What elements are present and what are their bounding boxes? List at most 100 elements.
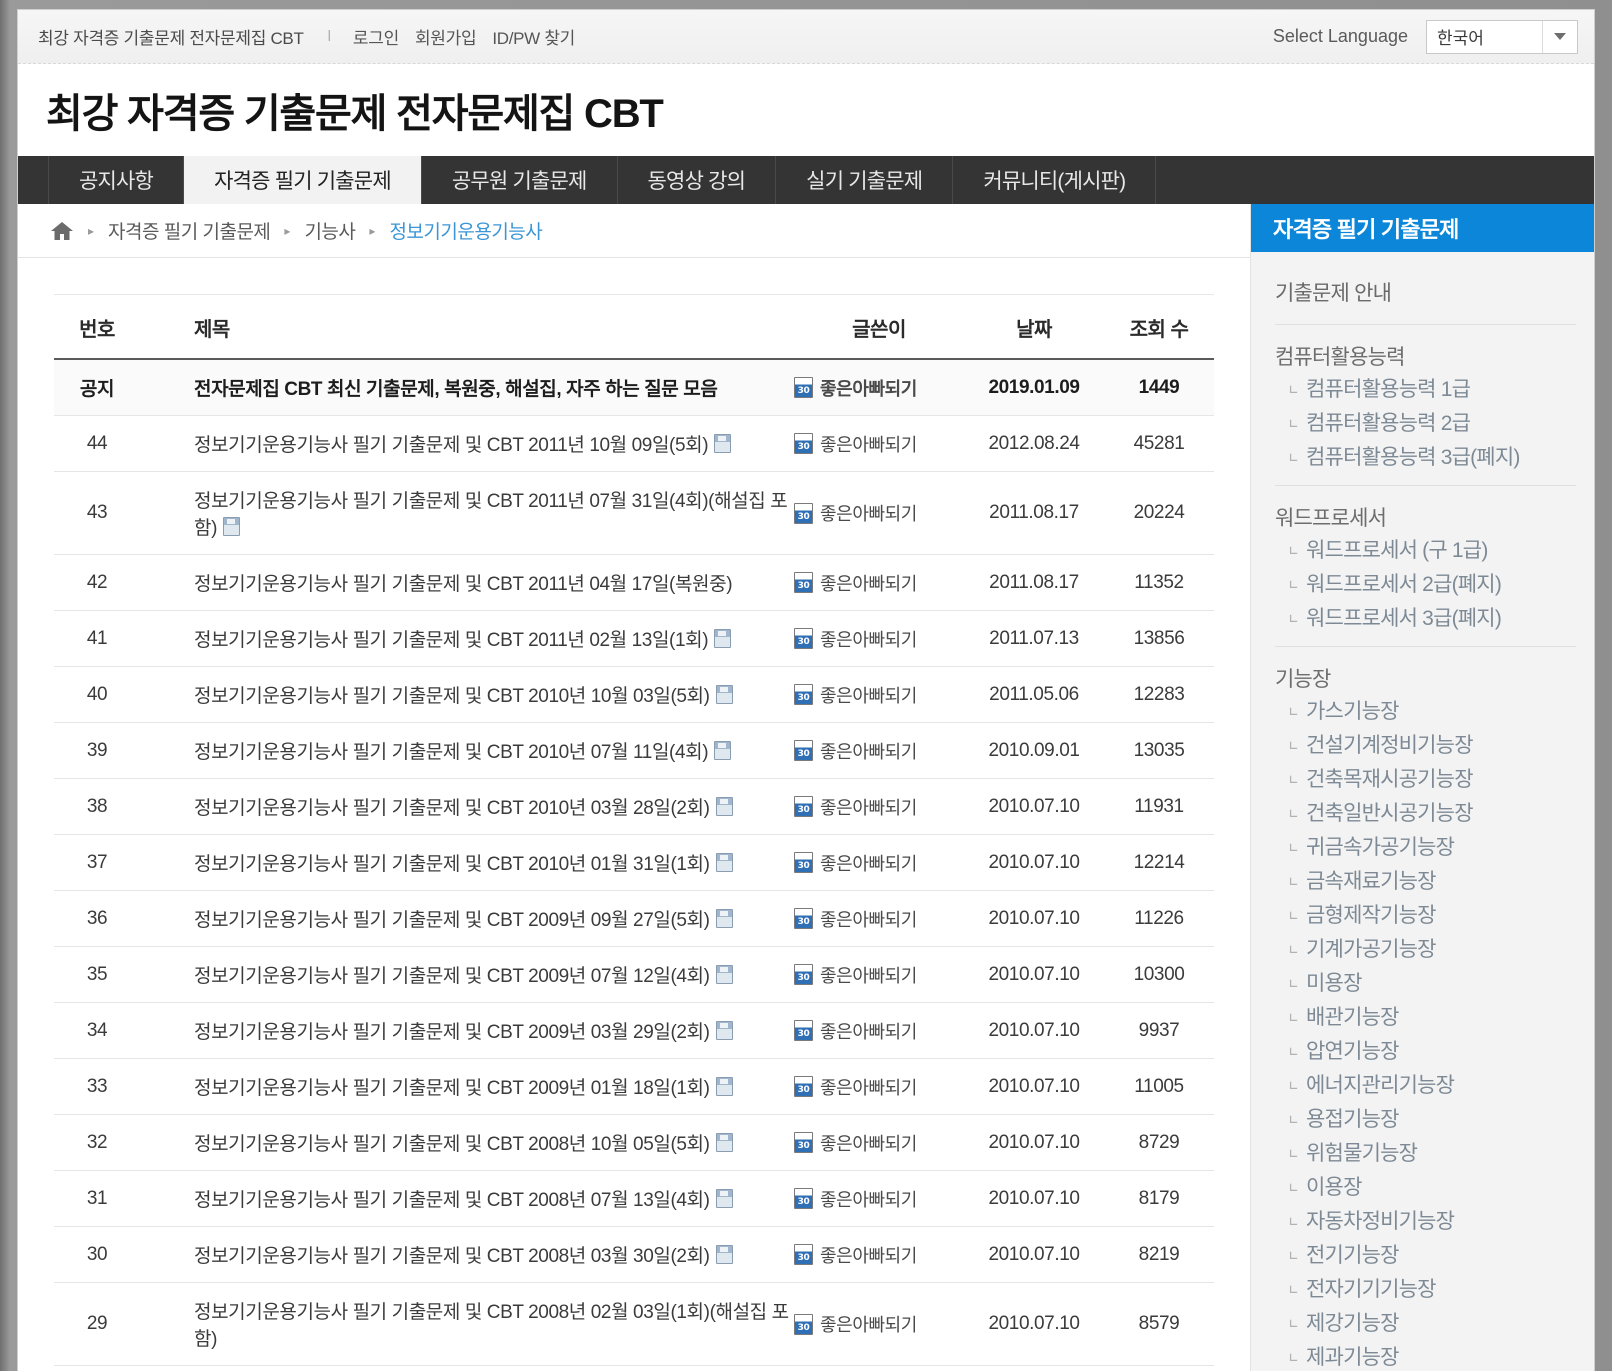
table-row[interactable]: 34 정보기기운용기능사 필기 기출문제 및 CBT 2009년 03월 29일(…: [54, 1002, 1214, 1059]
writer-name[interactable]: 좋은아빠되기: [820, 1242, 917, 1268]
sidebar-item[interactable]: ∟ 이용장: [1275, 1171, 1576, 1205]
writer-name[interactable]: 좋은아빠되기: [820, 906, 917, 932]
sidebar-item[interactable]: ∟ 기계가공기능장: [1275, 933, 1576, 967]
table-row[interactable]: 30 정보기기운용기능사 필기 기출문제 및 CBT 2008년 03월 30일(…: [54, 1226, 1214, 1283]
post-title-link[interactable]: 정보기기운용기능사 필기 기출문제 및 CBT 2011년 02월 13일(1회…: [194, 630, 709, 651]
sidebar-item[interactable]: ∟ 미용장: [1275, 967, 1576, 1001]
writer-name[interactable]: 좋은아빠되기: [820, 962, 917, 988]
table-row[interactable]: 공지 전자문제집 CBT 최신 기출문제, 복원중, 해설집, 자주 하는 질문 …: [54, 359, 1214, 416]
sidebar-item[interactable]: ∟ 건설기계정비기능장: [1275, 729, 1576, 763]
table-row[interactable]: 42 정보기기운용기능사 필기 기출문제 및 CBT 2011년 04월 17일(…: [54, 554, 1214, 611]
sidebar-item[interactable]: ∟ 자동차정비기능장: [1275, 1205, 1576, 1239]
attachment-icon[interactable]: [715, 909, 733, 928]
table-row[interactable]: 36 정보기기운용기능사 필기 기출문제 및 CBT 2009년 09월 27일(…: [54, 890, 1214, 947]
writer-name[interactable]: 좋은아빠되기: [820, 375, 917, 401]
attachment-icon[interactable]: [715, 1077, 733, 1096]
sidebar-item[interactable]: ∟ 건축목재시공기능장: [1275, 763, 1576, 797]
sidebar-item[interactable]: ∟ 에너지관리기능장: [1275, 1069, 1576, 1103]
writer-name[interactable]: 좋은아빠되기: [820, 682, 917, 708]
sidebar-item[interactable]: ∟ 컴퓨터활용능력 3급(폐지): [1275, 441, 1576, 475]
attachment-icon[interactable]: [223, 517, 241, 536]
tab-notices[interactable]: 공지사항: [48, 156, 185, 204]
writer-name[interactable]: 좋은아빠되기: [820, 500, 917, 526]
post-title-link[interactable]: 정보기기운용기능사 필기 기출문제 및 CBT 2008년 10월 05일(5회…: [194, 1134, 710, 1155]
tab-video-lectures[interactable]: 동영상 강의: [618, 156, 777, 204]
sidebar-item[interactable]: ∟ 가스기능장: [1275, 695, 1576, 729]
attachment-icon[interactable]: [715, 853, 733, 872]
writer-name[interactable]: 좋은아빠되기: [820, 794, 917, 820]
table-row[interactable]: 29 정보기기운용기능사 필기 기출문제 및 CBT 2008년 02월 03일(…: [54, 1282, 1214, 1366]
post-title-link[interactable]: 정보기기운용기능사 필기 기출문제 및 CBT 2008년 07월 13일(4회…: [194, 1190, 710, 1211]
writer-name[interactable]: 좋은아빠되기: [820, 738, 917, 764]
sidebar-item[interactable]: ∟ 제과기능장: [1275, 1341, 1576, 1371]
post-title-link[interactable]: 정보기기운용기능사 필기 기출문제 및 CBT 2009년 03월 29일(2회…: [194, 1022, 710, 1043]
post-title-link[interactable]: 정보기기운용기능사 필기 기출문제 및 CBT 2009년 09월 27일(5회…: [194, 910, 710, 931]
writer-name[interactable]: 좋은아빠되기: [820, 850, 917, 876]
tab-written-exams[interactable]: 자격증 필기 기출문제: [184, 156, 422, 204]
post-title-link[interactable]: 정보기기운용기능사 필기 기출문제 및 CBT 2011년 07월 31일(4회…: [194, 491, 788, 539]
sidebar-item[interactable]: ∟ 워드프로세서 (구 1급): [1275, 534, 1576, 568]
attachment-icon[interactable]: [715, 1133, 733, 1152]
breadcrumb-item-current[interactable]: 정보기기운용기능사: [389, 217, 542, 244]
post-title-link[interactable]: 전자문제집 CBT 최신 기출문제, 복원중, 해설집, 자주 하는 질문 모음: [194, 379, 718, 400]
post-title-link[interactable]: 정보기기운용기능사 필기 기출문제 및 CBT 2009년 07월 12일(4회…: [194, 966, 710, 987]
breadcrumb-item-written-exams[interactable]: 자격증 필기 기출문제: [108, 217, 271, 244]
post-title-link[interactable]: 정보기기운용기능사 필기 기출문제 및 CBT 2008년 03월 30일(2회…: [194, 1246, 710, 1267]
table-row[interactable]: 39 정보기기운용기능사 필기 기출문제 및 CBT 2010년 07월 11일(…: [54, 722, 1214, 779]
sidebar-item[interactable]: ∟ 압연기능장: [1275, 1035, 1576, 1069]
writer-name[interactable]: 좋은아빠되기: [820, 1130, 917, 1156]
attachment-icon[interactable]: [714, 629, 732, 648]
sidebar-item[interactable]: ∟ 용접기능장: [1275, 1103, 1576, 1137]
writer-name[interactable]: 좋은아빠되기: [820, 1018, 917, 1044]
sidebar-item[interactable]: ∟ 워드프로세서 2급(폐지): [1275, 568, 1576, 602]
sidebar-item-guide[interactable]: 기출문제 안내: [1275, 270, 1576, 314]
post-title-link[interactable]: 정보기기운용기능사 필기 기출문제 및 CBT 2010년 07월 11일(4회…: [194, 742, 709, 763]
sidebar-item[interactable]: ∟ 전기기능장: [1275, 1239, 1576, 1273]
sidebar-item[interactable]: ∟ 귀금속가공기능장: [1275, 831, 1576, 865]
post-title-link[interactable]: 정보기기운용기능사 필기 기출문제 및 CBT 2010년 03월 28일(2회…: [194, 798, 710, 819]
table-row[interactable]: 35 정보기기운용기능사 필기 기출문제 및 CBT 2009년 07월 12일(…: [54, 946, 1214, 1003]
table-row[interactable]: 44 정보기기운용기능사 필기 기출문제 및 CBT 2011년 10월 09일(…: [54, 415, 1214, 472]
post-title-link[interactable]: 정보기기운용기능사 필기 기출문제 및 CBT 2010년 01월 31일(1회…: [194, 854, 710, 875]
sidebar-item[interactable]: ∟ 금형제작기능장: [1275, 899, 1576, 933]
sidebar-item[interactable]: ∟ 컴퓨터활용능력 1급: [1275, 373, 1576, 407]
writer-name[interactable]: 좋은아빠되기: [820, 1074, 917, 1100]
attachment-icon[interactable]: [715, 797, 733, 816]
table-row[interactable]: 31 정보기기운용기능사 필기 기출문제 및 CBT 2008년 07월 13일(…: [54, 1170, 1214, 1227]
table-row[interactable]: 37 정보기기운용기능사 필기 기출문제 및 CBT 2010년 01월 31일(…: [54, 834, 1214, 891]
writer-name[interactable]: 좋은아빠되기: [820, 1186, 917, 1212]
attachment-icon[interactable]: [715, 1245, 733, 1264]
sidebar-item[interactable]: ∟ 배관기능장: [1275, 1001, 1576, 1035]
find-id-pw-link[interactable]: ID/PW 찾기: [492, 24, 575, 49]
attachment-icon[interactable]: [715, 965, 733, 984]
attachment-icon[interactable]: [715, 685, 733, 704]
table-row[interactable]: 41 정보기기운용기능사 필기 기출문제 및 CBT 2011년 02월 13일(…: [54, 610, 1214, 667]
writer-name[interactable]: 좋은아빠되기: [820, 626, 917, 652]
tab-civil-service-exams[interactable]: 공무원 기출문제: [422, 156, 618, 204]
writer-name[interactable]: 좋은아빠되기: [820, 1311, 917, 1337]
sidebar-item[interactable]: ∟ 건축일반시공기능장: [1275, 797, 1576, 831]
breadcrumb-item-craftsman[interactable]: 기능사: [304, 217, 355, 244]
attachment-icon[interactable]: [715, 1021, 733, 1040]
post-title-link[interactable]: 정보기기운용기능사 필기 기출문제 및 CBT 2010년 10월 03일(5회…: [194, 686, 710, 707]
post-title-link[interactable]: 정보기기운용기능사 필기 기출문제 및 CBT 2011년 10월 09일(5회…: [194, 435, 709, 456]
attachment-icon[interactable]: [714, 434, 732, 453]
login-link[interactable]: 로그인: [353, 24, 399, 49]
table-row[interactable]: 33 정보기기운용기능사 필기 기출문제 및 CBT 2009년 01월 18일(…: [54, 1058, 1214, 1115]
writer-name[interactable]: 좋은아빠되기: [820, 431, 917, 457]
tab-community[interactable]: 커뮤니티(게시판): [953, 156, 1157, 204]
table-row[interactable]: 40 정보기기운용기능사 필기 기출문제 및 CBT 2010년 10월 03일(…: [54, 666, 1214, 723]
attachment-icon[interactable]: [714, 741, 732, 760]
signup-link[interactable]: 회원가입: [415, 24, 477, 49]
table-row[interactable]: 32 정보기기운용기능사 필기 기출문제 및 CBT 2008년 10월 05일(…: [54, 1114, 1214, 1171]
table-row[interactable]: 38 정보기기운용기능사 필기 기출문제 및 CBT 2010년 03월 28일(…: [54, 778, 1214, 835]
post-title-link[interactable]: 정보기기운용기능사 필기 기출문제 및 CBT 2011년 04월 17일(복원…: [194, 574, 733, 595]
home-icon[interactable]: [50, 220, 74, 242]
sidebar-item[interactable]: ∟ 금속재료기능장: [1275, 865, 1576, 899]
tab-practical-exams[interactable]: 실기 기출문제: [776, 156, 954, 204]
sidebar-item[interactable]: ∟ 워드프로세서 3급(폐지): [1275, 602, 1576, 636]
attachment-icon[interactable]: [715, 1189, 733, 1208]
language-select[interactable]: 한국어: [1426, 19, 1578, 54]
post-title-link[interactable]: 정보기기운용기능사 필기 기출문제 및 CBT 2008년 02월 03일(1회…: [194, 1302, 789, 1350]
sidebar-item[interactable]: ∟ 컴퓨터활용능력 2급: [1275, 407, 1576, 441]
